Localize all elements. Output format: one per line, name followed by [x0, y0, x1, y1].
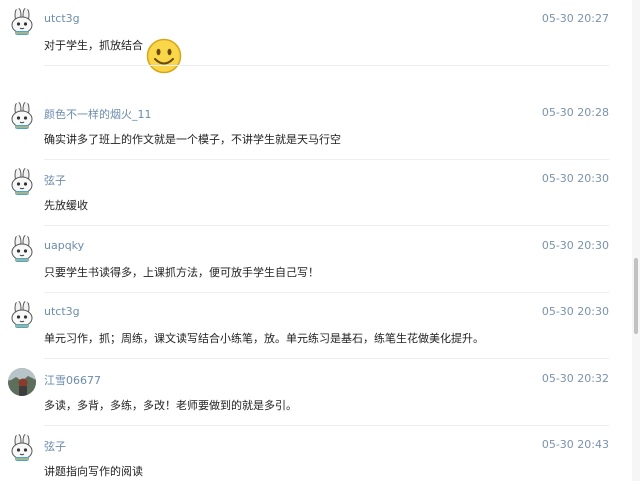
author-name[interactable]: uapqky	[44, 239, 84, 252]
comment-text: 确实讲多了班上的作文就是一个模子，不讲学生就是天马行空	[44, 133, 341, 146]
comment-time: 05-30 20:32	[541, 372, 609, 385]
author-name[interactable]: utct3g	[44, 12, 80, 25]
scrollbar-thumb[interactable]	[634, 258, 638, 334]
divider	[44, 225, 609, 226]
comment-item: utct3g 05-30 20:27 对于学生，抓放结合	[0, 0, 632, 74]
comment-item: 弦子 05-30 20:43 讲题指向写作的阅读	[0, 426, 632, 492]
bunny-avatar[interactable]	[8, 102, 36, 130]
author-name[interactable]: 弦子	[44, 438, 66, 454]
author-name[interactable]: 江雪06677	[44, 372, 101, 388]
smiley-face-icon	[146, 38, 182, 74]
comment-time: 05-30 20:27	[541, 12, 609, 25]
comment-time: 05-30 20:30	[541, 239, 609, 252]
comment-item: 颜色不一样的烟火_11 05-30 20:28 确实讲多了班上的作文就是一个模子…	[0, 94, 632, 160]
comment-text: 多读，多背，多练，多改！老师要做到的就是多引。	[44, 399, 297, 412]
comment-text: 对于学生，抓放结合	[44, 39, 143, 52]
comment-text: 只要学生书读得多，上课抓方法，便可放手学生自己写！	[44, 266, 319, 279]
comment-time: 05-30 20:30	[541, 172, 609, 185]
vertical-scrollbar[interactable]	[632, 0, 640, 481]
bunny-avatar[interactable]	[8, 235, 36, 263]
comment-time: 05-30 20:30	[541, 305, 609, 318]
comment-text: 讲题指向写作的阅读	[44, 465, 143, 478]
photo-avatar[interactable]	[8, 368, 36, 396]
author-name[interactable]: utct3g	[44, 305, 80, 318]
bunny-avatar[interactable]	[8, 8, 36, 36]
comment-item: 弦子 05-30 20:30 先放缓收	[0, 160, 632, 226]
author-name[interactable]: 弦子	[44, 172, 66, 188]
comment-text: 先放缓收	[44, 199, 88, 212]
bunny-avatar[interactable]	[8, 434, 36, 462]
bunny-avatar[interactable]	[8, 168, 36, 196]
comment-time: 05-30 20:28	[541, 106, 609, 119]
comment-item: uapqky 05-30 20:30 只要学生书读得多，上课抓方法，便可放手学生…	[0, 227, 632, 293]
author-name[interactable]: 颜色不一样的烟火_11	[44, 106, 152, 122]
bunny-avatar[interactable]	[8, 301, 36, 329]
comment-item: 江雪06677 05-30 20:32 多读，多背，多练，多改！老师要做到的就是…	[0, 360, 632, 426]
comment-item: utct3g 05-30 20:30 单元习作，抓；周练，课文读写结合小练笔，放…	[0, 293, 632, 359]
comment-time: 05-30 20:43	[541, 438, 609, 451]
comment-text: 单元习作，抓；周练，课文读写结合小练笔，放。单元练习是基石，练笔生花做美化提升。	[44, 332, 484, 345]
divider	[44, 65, 609, 66]
divider	[44, 358, 609, 359]
